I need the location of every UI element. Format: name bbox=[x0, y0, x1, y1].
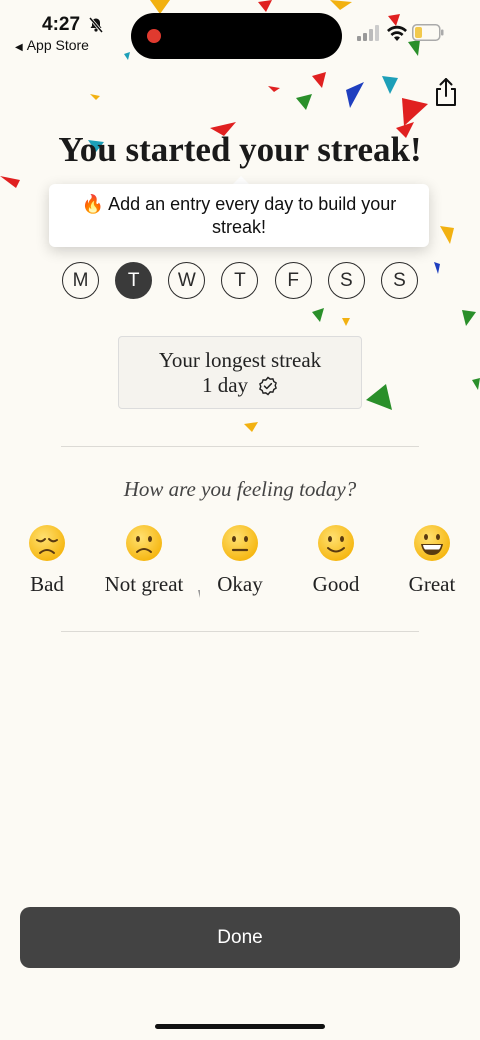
cellular-signal-icon bbox=[357, 25, 379, 41]
day-thursday: T bbox=[221, 262, 259, 299]
fire-icon: 🔥 bbox=[81, 193, 105, 214]
divider bbox=[61, 446, 419, 447]
day-monday: M bbox=[62, 262, 99, 299]
week-days-row: M T W T F S S bbox=[62, 262, 418, 299]
mood-okay[interactable]: Okay bbox=[190, 524, 290, 597]
grinning-face-icon bbox=[414, 525, 450, 561]
home-indicator[interactable] bbox=[155, 1024, 325, 1029]
tooltip-message: Add an entry every day to build your str… bbox=[108, 193, 397, 237]
mood-label: Good bbox=[312, 572, 360, 596]
day-friday: F bbox=[274, 262, 312, 299]
day-saturday: S bbox=[327, 262, 365, 299]
divider bbox=[61, 631, 419, 632]
day-sunday: S bbox=[380, 262, 418, 299]
streak-tooltip: 🔥 Add an entry every day to build your s… bbox=[49, 184, 429, 247]
slightly-smiling-face-icon bbox=[318, 525, 354, 561]
mood-label: Bad bbox=[30, 572, 64, 596]
page-title: You started your streak! bbox=[58, 130, 422, 169]
streak-title: Your longest streak bbox=[158, 348, 322, 372]
tooltip-text: 🔥 Add an entry every day to build your s… bbox=[61, 193, 417, 239]
verified-badge-icon bbox=[259, 376, 277, 395]
share-icon[interactable] bbox=[432, 76, 460, 108]
day-wednesday: W bbox=[168, 262, 206, 299]
mood-good[interactable]: Good bbox=[286, 524, 386, 597]
battery-icon bbox=[412, 24, 444, 41]
done-button[interactable]: Done bbox=[20, 907, 460, 968]
mood-question: How are you feeling today? bbox=[123, 477, 357, 501]
recording-dot-icon bbox=[147, 29, 161, 43]
screen: 4:27 ◀ App Store You started your streak!… bbox=[0, 0, 480, 1040]
mood-label: Okay bbox=[217, 572, 263, 596]
wifi-icon bbox=[387, 25, 407, 41]
day-tuesday: T bbox=[115, 262, 153, 299]
streak-value-row: 1 day bbox=[202, 373, 278, 398]
mood-bad[interactable]: Bad bbox=[0, 524, 97, 597]
back-to-app-store[interactable]: ◀ App Store bbox=[15, 37, 89, 53]
back-arrow-icon: ◀ bbox=[15, 42, 23, 53]
mood-label: Not great bbox=[104, 572, 184, 596]
disappointed-face-icon bbox=[29, 525, 65, 561]
mood-great[interactable]: Great bbox=[382, 524, 480, 597]
mood-not-great[interactable]: Not great bbox=[94, 524, 194, 597]
streak-value: 1 day bbox=[201, 373, 249, 397]
longest-streak-card: Your longest streak 1 day bbox=[118, 336, 362, 409]
dynamic-island bbox=[131, 13, 342, 59]
bell-slash-icon bbox=[88, 17, 104, 33]
neutral-face-icon bbox=[222, 525, 258, 561]
status-time: 4:27 bbox=[42, 14, 81, 35]
mood-label: Great bbox=[408, 572, 456, 596]
back-app-label: App Store bbox=[26, 37, 89, 53]
slightly-frowning-face-icon bbox=[126, 525, 162, 561]
